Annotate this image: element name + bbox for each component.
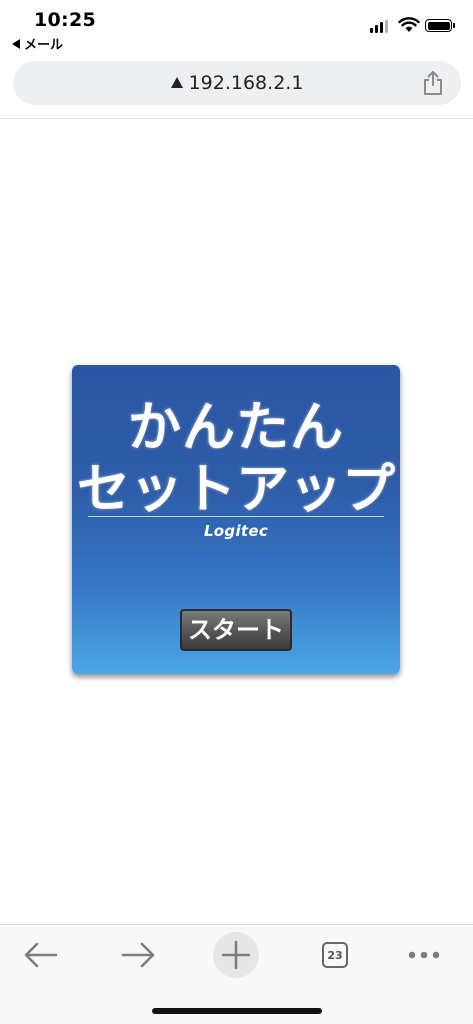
- more-menu-button[interactable]: [400, 931, 448, 979]
- setup-title-line2: セットアップ: [77, 459, 395, 520]
- panel-divider: [88, 516, 384, 517]
- top-divider: [0, 118, 473, 119]
- home-indicator[interactable]: [152, 1008, 322, 1014]
- plus-icon: [221, 940, 251, 970]
- status-time: 10:25: [34, 9, 96, 31]
- more-dots-icon: [408, 951, 440, 959]
- tab-count-badge: 23: [322, 942, 348, 968]
- back-button[interactable]: [17, 931, 65, 979]
- back-to-app-link[interactable]: メール: [12, 34, 63, 53]
- back-triangle-icon: [12, 38, 20, 49]
- brand-logo: Logitec: [203, 522, 269, 540]
- arrow-left-icon: [24, 942, 58, 968]
- start-button[interactable]: スタート: [180, 609, 292, 651]
- easy-setup-panel: かんたん セットアップ Logitec スタート: [72, 365, 400, 674]
- back-app-label: メール: [24, 38, 64, 53]
- tab-switcher-button[interactable]: 23: [311, 931, 359, 979]
- arrow-right-icon: [121, 942, 155, 968]
- wifi-icon: [398, 17, 420, 32]
- status-bar: 10:25 メール: [0, 0, 473, 56]
- new-tab-button[interactable]: [212, 931, 260, 979]
- share-icon[interactable]: [421, 70, 445, 96]
- cellular-signal-icon: [370, 20, 388, 33]
- forward-button[interactable]: [114, 931, 162, 979]
- warning-icon: [170, 77, 183, 88]
- address-bar[interactable]: 192.168.2.1: [13, 61, 461, 105]
- url-text: 192.168.2.1: [188, 72, 304, 94]
- battery-icon: [425, 19, 455, 32]
